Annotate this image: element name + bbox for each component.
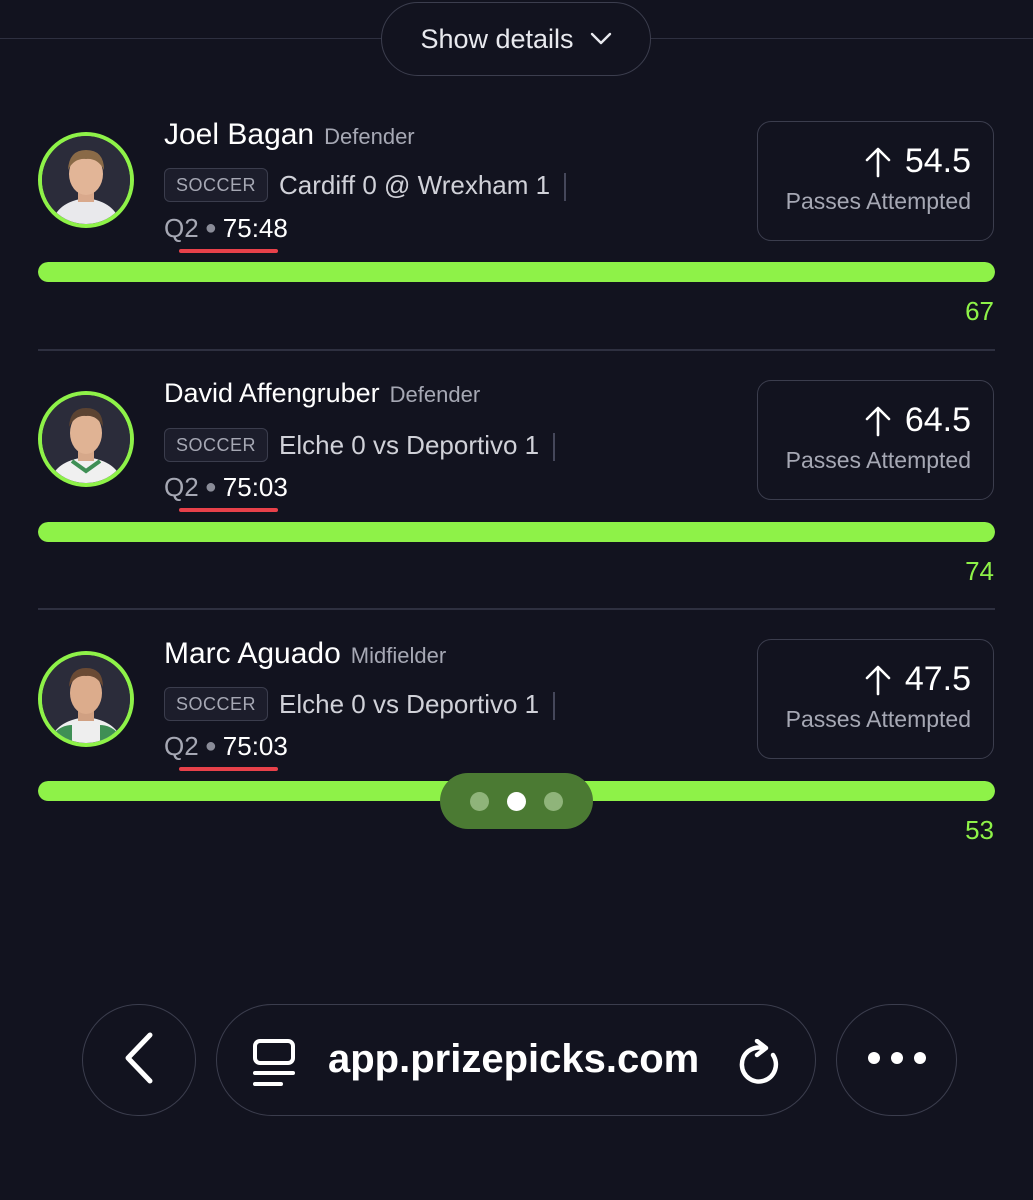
app-root: Show details Joel Bagan Defender SOCCER C…: [0, 0, 1033, 1200]
separator-dot: ●: [204, 217, 217, 239]
progress-fill: [38, 522, 995, 542]
stat-type-label: Passes Attempted: [785, 188, 971, 214]
matchup-label: Elche 0 vs Deportivo 1: [279, 430, 540, 460]
url-bar[interactable]: app.prizepicks.com: [216, 1004, 816, 1116]
sport-badge: SOCCER: [164, 168, 269, 202]
game-period: Q2: [164, 213, 199, 243]
more-icon: [867, 1051, 927, 1070]
player-position: Defender: [324, 124, 415, 149]
page-indicator[interactable]: [440, 773, 593, 829]
game-clock: Q2 ● 75:48: [164, 213, 288, 244]
game-time: 75:03: [222, 731, 288, 761]
progress-value: 53: [965, 815, 994, 845]
url-text: app.prizepicks.com: [328, 1037, 700, 1081]
matchup-label: Cardiff 0 @ Wrexham 1: [279, 170, 551, 200]
game-period: Q2: [164, 731, 199, 761]
game-period: Q2: [164, 472, 199, 502]
projection-box[interactable]: 47.5 Passes Attempted: [757, 639, 994, 759]
page-dot[interactable]: [544, 791, 563, 811]
chevron-down-icon: [590, 32, 612, 46]
player-avatar: [38, 132, 134, 228]
progress-value: 67: [965, 296, 994, 326]
back-button[interactable]: [82, 1004, 196, 1116]
show-details-button[interactable]: Show details: [381, 2, 651, 76]
sport-badge: SOCCER: [164, 687, 269, 721]
player-name-text: Marc Aguado: [164, 637, 341, 670]
time-underline: [179, 508, 278, 512]
player-name: Joel Bagan Defender: [164, 118, 415, 152]
projection-value: 54.5: [904, 142, 971, 180]
game-time: 75:48: [222, 213, 288, 243]
arrow-up-icon: [865, 664, 891, 696]
projection-box[interactable]: 54.5 Passes Attempted: [757, 121, 994, 241]
player-name: David Affengruber Defender: [164, 378, 480, 409]
player-position: Defender: [389, 382, 481, 407]
projection-line: 54.5: [865, 142, 971, 181]
progress-bar: [38, 262, 995, 282]
projection-box[interactable]: 64.5 Passes Attempted: [757, 380, 994, 500]
time-underline: [179, 767, 278, 771]
site-settings-icon[interactable]: [251, 1038, 297, 1093]
matchup-label: Elche 0 vs Deportivo 1: [279, 689, 540, 719]
player-name: Marc Aguado Midfielder: [164, 637, 446, 671]
show-details-label: Show details: [420, 23, 574, 54]
game-clock: Q2 ● 75:03: [164, 731, 288, 762]
projection-line: 47.5: [865, 660, 971, 699]
matchup-divider: [553, 433, 556, 462]
progress-bar: [38, 522, 995, 542]
projection-value: 64.5: [904, 401, 971, 439]
matchup-text: Elche 0 vs Deportivo 1: [279, 689, 556, 721]
projection-value: 47.5: [904, 660, 971, 698]
separator-dot: ●: [204, 735, 217, 757]
game-time: 75:03: [222, 472, 288, 502]
stat-type-label: Passes Attempted: [785, 706, 971, 732]
page-dot[interactable]: [470, 791, 489, 811]
separator-dot: ●: [204, 476, 217, 498]
matchup-divider: [553, 692, 556, 721]
player-name-text: David Affengruber: [164, 378, 380, 408]
card-divider: [38, 608, 995, 610]
stat-type-label: Passes Attempted: [785, 447, 971, 473]
reload-icon[interactable]: [737, 1038, 783, 1092]
page-dot-active[interactable]: [507, 791, 526, 811]
player-name-text: Joel Bagan: [164, 118, 315, 151]
matchup-text: Cardiff 0 @ Wrexham 1: [279, 170, 567, 202]
matchup-text: Elche 0 vs Deportivo 1: [279, 430, 556, 462]
more-button[interactable]: [836, 1004, 957, 1116]
game-clock: Q2 ● 75:03: [164, 472, 288, 503]
card-divider: [38, 349, 995, 351]
player-position: Midfielder: [350, 643, 447, 668]
sport-badge: SOCCER: [164, 428, 269, 462]
progress-fill: [38, 262, 995, 282]
progress-value: 74: [965, 556, 994, 586]
time-underline: [179, 249, 278, 253]
projection-line: 64.5: [865, 401, 971, 440]
arrow-up-icon: [865, 146, 891, 178]
player-avatar: [38, 651, 134, 747]
matchup-divider: [564, 173, 567, 202]
chevron-left-icon: [122, 1031, 156, 1090]
arrow-up-icon: [865, 405, 891, 437]
player-avatar: [38, 391, 134, 487]
